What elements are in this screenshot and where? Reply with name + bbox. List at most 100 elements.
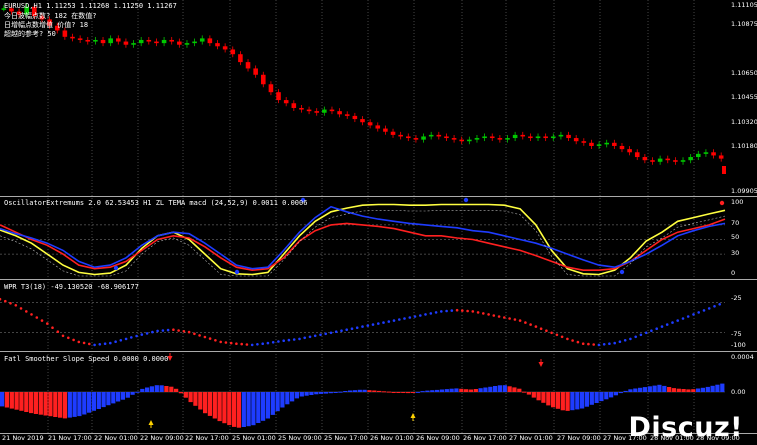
candle-body [421, 136, 426, 140]
fss-bar [130, 392, 135, 395]
fss-bar [116, 392, 121, 402]
fss-bar [391, 392, 396, 393]
wpr-dot [382, 321, 385, 324]
fss-bar [178, 392, 184, 394]
candle-body [612, 142, 617, 146]
candle-body [451, 138, 457, 140]
candle-body [596, 144, 602, 146]
fss-bar [671, 388, 677, 392]
wpr-dot [644, 331, 648, 335]
wpr-tick-1: -75 [731, 330, 742, 338]
fss-bar [212, 392, 217, 419]
wpr-tick-0: -25 [731, 294, 742, 302]
wpr-dot [135, 334, 138, 338]
wpr-dot [466, 309, 469, 313]
fss-bar [522, 391, 527, 393]
wpr-dot [539, 327, 543, 331]
time-tick-8: 26 Nov 01:00 [370, 434, 414, 442]
trading-chart[interactable] [0, 0, 757, 445]
fss-bar [174, 388, 179, 392]
wpr-dot [608, 342, 611, 346]
fss-bar [43, 392, 48, 416]
fss-bar [512, 387, 517, 392]
wpr-dot [119, 339, 123, 342]
wpr-dot [35, 316, 39, 319]
candle-body [650, 160, 655, 162]
fss-bar [333, 392, 338, 393]
candle-body [444, 136, 449, 139]
wpr-dot [707, 307, 711, 310]
fss-bar [517, 388, 522, 392]
extremum-dot-4 [113, 265, 119, 271]
wpr-dot [560, 335, 564, 339]
wpr-dot [592, 343, 595, 346]
wpr-dot [313, 334, 317, 338]
wpr-dot [177, 329, 180, 332]
wpr-dot [623, 339, 627, 342]
candle-body [474, 138, 480, 140]
fss-bar [352, 390, 358, 392]
wpr-dot [256, 343, 259, 346]
candle-body [291, 103, 297, 108]
fss-bar [647, 386, 652, 392]
fss-bar [164, 386, 169, 392]
osc-line-blue [0, 205, 726, 270]
fss-bar [24, 392, 29, 412]
time-tick-10: 26 Nov 17:00 [463, 434, 507, 442]
fss-bar [256, 392, 261, 423]
fss-bar [183, 392, 188, 398]
candle-body [512, 134, 518, 139]
fss-bar [430, 390, 435, 392]
fss-bar [193, 392, 198, 406]
fss-bar [546, 392, 551, 406]
wpr-dot [25, 310, 28, 313]
fss-bar [662, 385, 667, 392]
candle-body [718, 155, 724, 159]
candle-body [238, 54, 243, 63]
fss-bar [188, 392, 193, 403]
wpr-dot [145, 332, 149, 335]
wpr-dot [334, 330, 338, 334]
candle-body [665, 158, 671, 161]
wpr-dot [98, 343, 102, 346]
candle-body [161, 39, 167, 44]
wpr-dot [93, 343, 96, 347]
fss-bar [82, 392, 87, 415]
fss-bar [580, 392, 585, 409]
fss-bar [439, 389, 445, 392]
wpr-dot [413, 315, 417, 318]
extremum-dot-3 [234, 269, 240, 275]
fss-bar [381, 391, 387, 393]
wpr-dot [697, 311, 700, 314]
fss-bar [294, 392, 300, 399]
fss-bar [454, 388, 459, 392]
fss-bar [667, 387, 672, 392]
fss-bar [396, 392, 401, 393]
price-candles[interactable] [1, 3, 724, 165]
wpr-panel[interactable] [0, 297, 725, 347]
time-tick-2: 22 Nov 01:00 [94, 434, 138, 442]
fss-bar [338, 391, 343, 393]
candle-body [467, 139, 472, 142]
fss-bar [149, 386, 155, 392]
fss-bar [304, 392, 309, 396]
oscillator-panel[interactable] [0, 203, 726, 277]
fss-bar [77, 392, 82, 417]
fss-bar [478, 388, 483, 392]
fss-bar [507, 386, 512, 392]
fss-bar [377, 390, 382, 392]
candle-body [528, 136, 533, 139]
fss-bar [536, 392, 541, 401]
wpr-dot [109, 341, 112, 345]
wpr-dot [576, 340, 580, 344]
wpr-dot [487, 313, 490, 316]
candle-body [138, 39, 144, 44]
candle-body [131, 43, 136, 45]
time-tick-0: 21 Nov 2019 [2, 434, 44, 442]
price-tick-1: 1.10875 [731, 20, 757, 28]
candle-body [413, 138, 419, 140]
candle-body [703, 152, 709, 154]
wpr-dot [88, 342, 91, 346]
fss-panel[interactable] [0, 383, 725, 428]
fss-bar [497, 385, 503, 392]
